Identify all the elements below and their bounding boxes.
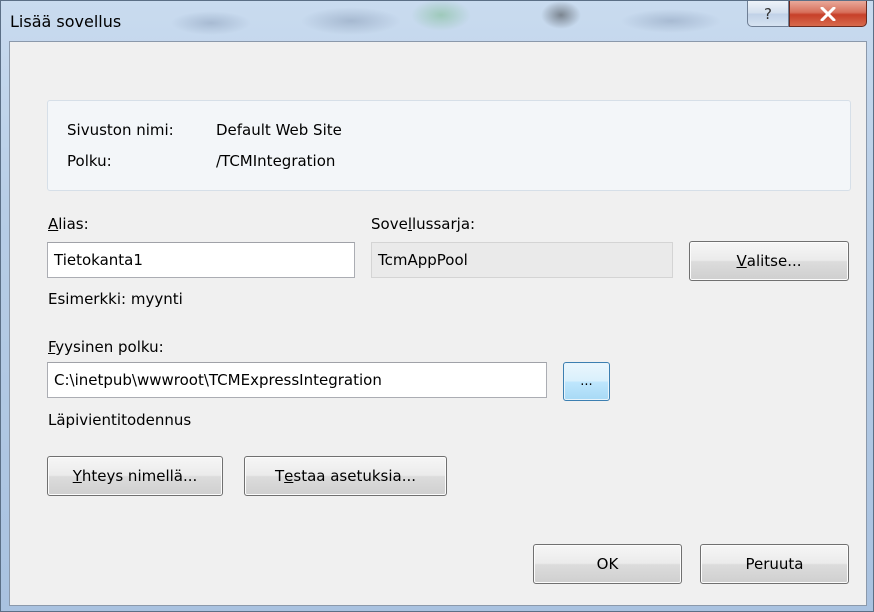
window-title: Lisää sovellus [10, 12, 122, 31]
browse-path-button[interactable]: ... [563, 362, 610, 401]
dialog-client-area: Sivuston nimi: Default Web Site Polku: /… [9, 41, 867, 606]
connect-as-text: hteys nimellä... [81, 467, 198, 485]
physical-path-input[interactable]: C:\inetpub\wwwroot\TCMExpressIntegration [47, 362, 547, 398]
app-pool-label-text: lussarja: [411, 215, 476, 233]
close-button[interactable] [789, 1, 867, 27]
cancel-button[interactable]: Peruuta [700, 544, 849, 584]
site-info-panel [47, 100, 851, 191]
connect-as-mnemonic: Y [72, 467, 82, 485]
site-path-label: Polku: [67, 152, 112, 170]
select-app-pool-button[interactable]: Valitse... [689, 241, 849, 281]
test-settings-mnemonic: e [284, 467, 294, 485]
help-button[interactable]: ? [747, 1, 789, 27]
select-app-pool-text: alitse... [746, 252, 802, 270]
app-pool-field: TcmAppPool [371, 242, 673, 278]
alias-example-text: Esimerkki: myynti [48, 290, 183, 308]
ok-button[interactable]: OK [533, 544, 682, 584]
app-pool-label-pre: Sove [371, 215, 408, 233]
connect-as-button[interactable]: Yhteys nimellä... [47, 456, 223, 496]
test-settings-pre: T [274, 467, 285, 485]
close-icon [820, 6, 836, 21]
site-path-value: /TCMIntegration [216, 152, 336, 170]
physical-path-label-text: yysinen polku: [55, 338, 164, 356]
titlebar-background [151, 1, 751, 41]
app-pool-label: Sovellussarja: [371, 215, 475, 233]
site-name-value: Default Web Site [216, 121, 342, 139]
physical-path-label: Fyysinen polku: [48, 338, 164, 356]
pass-through-auth-heading: Läpivientitodennus [48, 411, 192, 429]
alias-label: Alias: [48, 215, 89, 233]
alias-label-mnemonic: A [48, 215, 59, 233]
dialog-window: Lisää sovellus ? Sivuston nimi: Default … [0, 0, 874, 612]
test-settings-button[interactable]: Te staa asetuksia... [244, 456, 447, 496]
alias-input[interactable]: Tietokanta1 [47, 242, 355, 278]
test-settings-text: staa asetuksia... [293, 467, 417, 485]
help-icon: ? [764, 4, 772, 23]
alias-label-text: lias: [58, 215, 89, 233]
select-app-pool-mnemonic: V [736, 252, 747, 270]
site-name-label: Sivuston nimi: [67, 121, 174, 139]
